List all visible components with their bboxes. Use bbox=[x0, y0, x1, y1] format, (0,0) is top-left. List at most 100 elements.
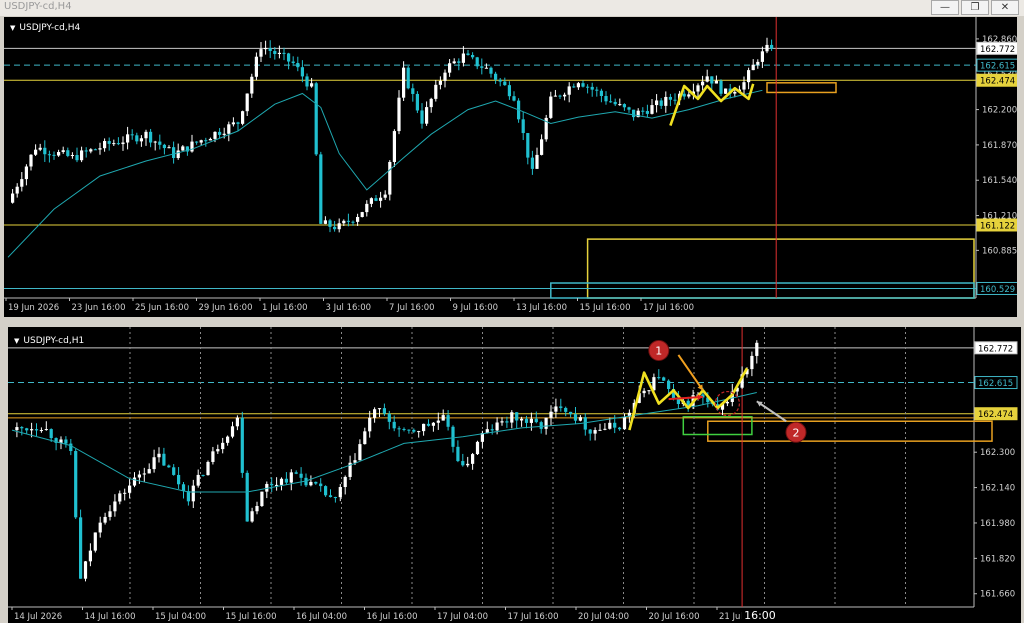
candle-body bbox=[668, 96, 672, 100]
candle-body bbox=[338, 487, 342, 498]
candle-body bbox=[201, 474, 205, 476]
candle-body bbox=[83, 561, 88, 579]
candle-body bbox=[441, 415, 445, 421]
candle-body bbox=[388, 161, 392, 195]
candle-body bbox=[74, 451, 78, 518]
x-tick-label: 7 Jul 16:00 bbox=[389, 303, 435, 313]
orange-zone bbox=[707, 420, 993, 442]
candle-body bbox=[667, 380, 671, 389]
candle-body bbox=[112, 143, 116, 145]
candle-body bbox=[613, 422, 617, 428]
candle-body bbox=[103, 141, 107, 149]
candle-body bbox=[534, 418, 538, 423]
y-tick-label: 161.870 bbox=[982, 141, 1017, 151]
y-tick-label: 160.885 bbox=[982, 246, 1017, 256]
candle-body bbox=[153, 141, 157, 143]
candle-body bbox=[319, 483, 323, 487]
candle-body bbox=[351, 221, 355, 223]
candle-body bbox=[93, 532, 97, 551]
candle-body bbox=[305, 76, 309, 87]
candle-body bbox=[756, 61, 760, 65]
candle-body bbox=[227, 124, 231, 134]
candle-body bbox=[622, 416, 627, 430]
y-tick-label: 162.300 bbox=[980, 448, 1015, 458]
candle-body bbox=[604, 96, 608, 102]
candle-body bbox=[446, 415, 450, 427]
candle-body bbox=[438, 80, 442, 85]
x-tick-label: 20 Jul 16:00 bbox=[649, 612, 700, 622]
candle-body bbox=[512, 96, 516, 101]
candle-body bbox=[618, 104, 622, 106]
candle-body bbox=[426, 423, 431, 426]
candle-body bbox=[191, 485, 195, 502]
candle-body bbox=[254, 56, 258, 77]
minimize-button[interactable]: — bbox=[931, 0, 959, 15]
candle-body bbox=[448, 63, 452, 73]
candle-body bbox=[471, 54, 475, 58]
candle-body bbox=[213, 131, 217, 139]
candle-body bbox=[642, 390, 646, 394]
chart-panel-h1[interactable]: 12162.772162.470162.300162.140161.980161… bbox=[8, 327, 1021, 623]
candle-body bbox=[52, 154, 56, 156]
panel-separator[interactable] bbox=[0, 317, 1024, 327]
candle-body bbox=[622, 104, 626, 108]
candle-body bbox=[342, 220, 346, 224]
chart-h4-svg[interactable]: 162.860162.530162.200161.870161.540161.2… bbox=[4, 17, 1017, 317]
symbol-dropdown-icon[interactable]: ▼ bbox=[10, 24, 15, 32]
candle-body bbox=[662, 377, 666, 381]
candle-body bbox=[64, 439, 68, 444]
candle-body bbox=[75, 155, 79, 161]
candle-body bbox=[696, 85, 700, 92]
price-badge-text: 162.772 bbox=[978, 344, 1013, 354]
candle-body bbox=[250, 76, 254, 94]
candle-body bbox=[379, 197, 383, 201]
candle-body bbox=[618, 427, 622, 430]
restore-button[interactable]: ❐ bbox=[961, 0, 989, 15]
price-badge-text: 162.772 bbox=[980, 45, 1015, 55]
chart-panel-h4[interactable]: 162.860162.530162.200161.870161.540161.2… bbox=[4, 17, 1017, 317]
candle-body bbox=[93, 149, 97, 151]
candle-body bbox=[186, 491, 190, 502]
candle-body bbox=[172, 467, 176, 475]
candle-body bbox=[429, 98, 433, 108]
candle-body bbox=[15, 186, 19, 194]
candle-body bbox=[494, 73, 498, 80]
candle-body bbox=[218, 131, 222, 135]
candle-body bbox=[641, 110, 645, 112]
candle-body bbox=[195, 141, 199, 143]
candle-body bbox=[466, 53, 470, 55]
x-tick-label: 23 Jun 16:00 bbox=[72, 303, 126, 313]
candle-body bbox=[588, 429, 592, 434]
close-button[interactable]: ✕ bbox=[991, 0, 1019, 15]
candle-body bbox=[268, 47, 272, 51]
candle-body bbox=[397, 97, 401, 132]
candle-body bbox=[34, 429, 39, 431]
candle-body bbox=[108, 511, 112, 517]
candle-body bbox=[567, 86, 571, 95]
candle-body bbox=[300, 67, 304, 77]
candle-body bbox=[216, 449, 220, 452]
candle-body bbox=[162, 453, 166, 466]
symbol-dropdown-icon[interactable]: ▼ bbox=[14, 337, 19, 345]
candle-body bbox=[235, 417, 239, 427]
candle-body bbox=[553, 95, 557, 97]
candle-body bbox=[593, 430, 597, 434]
candle-body bbox=[61, 150, 65, 153]
x-tick-label: 29 Jun 16:00 bbox=[199, 303, 253, 313]
time-marker-label: 16:00 bbox=[744, 609, 776, 622]
candle-body bbox=[484, 67, 488, 69]
cyan-box bbox=[550, 282, 975, 299]
x-tick-label: 25 Jun 16:00 bbox=[135, 303, 189, 313]
candle-body bbox=[149, 131, 153, 143]
x-tick-label: 17 Jul 16:00 bbox=[508, 612, 559, 622]
candle-body bbox=[503, 81, 507, 86]
candle-body bbox=[43, 147, 47, 155]
candle-body bbox=[98, 522, 102, 533]
candle-body bbox=[34, 149, 38, 155]
annotation-number: 1 bbox=[655, 344, 662, 357]
y-tick-label: 161.820 bbox=[980, 554, 1015, 564]
candle-body bbox=[719, 80, 723, 94]
candle-body bbox=[88, 550, 92, 562]
chart-h1-svg[interactable]: 12162.772162.470162.300162.140161.980161… bbox=[8, 327, 1021, 623]
candle-body bbox=[714, 80, 718, 84]
